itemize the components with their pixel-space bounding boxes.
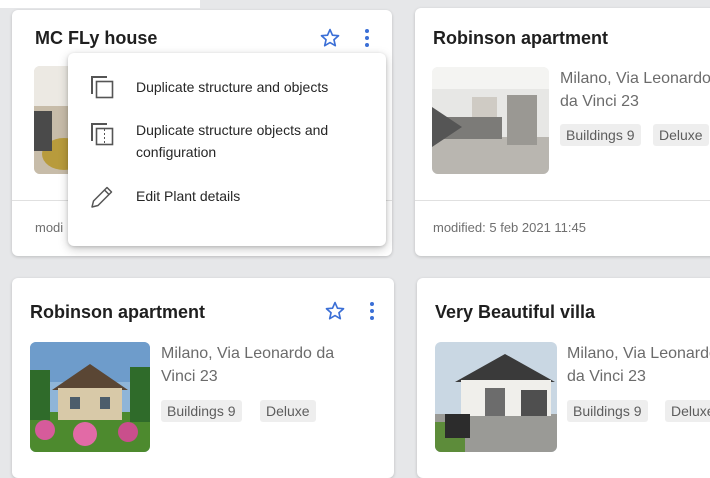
menu-item-duplicate-config[interactable]: Duplicate structure objects and configur… (68, 117, 386, 165)
card-title: Robinson apartment (433, 28, 609, 48)
menu-item-edit-details[interactable]: Edit Plant details (68, 181, 386, 211)
copy-config-icon (91, 123, 114, 146)
tag-buildings: Buildings 9 (161, 400, 242, 422)
star-icon[interactable] (324, 300, 346, 322)
plant-thumbnail (432, 67, 549, 174)
card-divider (415, 200, 710, 201)
plant-address: Milano, Via Leonardo da Vinci 23 (161, 345, 335, 385)
card-title: Robinson apartment (30, 302, 206, 322)
plant-card-robinson-2[interactable]: Robinson apartment Milano, Via Leonardo … (12, 278, 394, 478)
tag-category: Deluxe (260, 400, 316, 422)
menu-item-label: Edit Plant details (136, 188, 241, 204)
card-title: MC FLy house (35, 28, 158, 48)
plant-address: Milano, Via Leonardo da Vinci 23 (567, 345, 710, 385)
more-vert-icon[interactable] (360, 27, 374, 49)
plant-card-villa[interactable]: Very Beautiful villa Milano, Via Leonard… (417, 278, 710, 478)
plant-thumbnail (435, 342, 557, 452)
modified-date: modi (35, 220, 64, 235)
more-vert-icon[interactable] (365, 300, 379, 322)
plant-address: Milano, Via Leonardo da Vinci 23 (560, 70, 710, 110)
tag-buildings: Buildings 9 (560, 124, 641, 146)
copy-icon (91, 76, 114, 99)
plant-card-robinson[interactable]: Robinson apartment Milano, Via Leonardo … (415, 8, 710, 256)
plant-thumbnail (30, 342, 150, 452)
menu-item-duplicate-structure[interactable]: Duplicate structure and objects (68, 71, 386, 101)
modified-date: modified: 5 feb 2021 11:45 (433, 220, 586, 235)
menu-item-label: Duplicate structure objects and configur… (136, 122, 329, 160)
top-edge-strip (0, 0, 200, 8)
tag-category: Deluxe (653, 124, 709, 146)
star-icon[interactable] (319, 27, 341, 49)
card-title: Very Beautiful villa (435, 302, 596, 322)
pencil-icon (91, 186, 113, 208)
tag-category: Deluxe (665, 400, 710, 422)
tag-buildings: Buildings 9 (567, 400, 648, 422)
menu-item-label: Duplicate structure and objects (136, 79, 329, 95)
plant-context-menu: Duplicate structure and objects Duplicat… (68, 53, 386, 246)
